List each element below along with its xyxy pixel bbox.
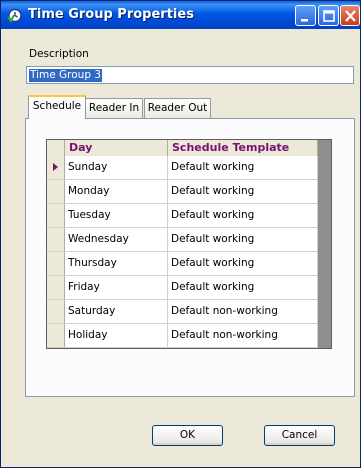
minimize-icon [301,19,308,22]
day-cell[interactable]: Wednesday [65,228,168,251]
row-selector[interactable] [47,180,65,203]
table-row[interactable]: Saturday Default non-working [47,300,318,324]
tab-schedule[interactable]: Schedule [28,95,86,119]
schedule-template-cell[interactable]: Default working [168,156,318,179]
time-group-properties-window: Time Group Properties Description Time G… [0,0,361,468]
table-row[interactable]: Tuesday Default working [47,204,318,228]
row-selector[interactable] [47,252,65,275]
day-cell[interactable]: Monday [65,180,168,203]
ok-button[interactable]: OK [152,425,223,446]
row-selector[interactable] [47,156,65,179]
table-row[interactable]: Holiday Default non-working [47,324,318,348]
maximize-button[interactable] [318,5,339,26]
cancel-button[interactable]: Cancel [264,425,335,446]
description-value: Time Group 3 [29,69,103,82]
day-cell[interactable]: Tuesday [65,204,168,227]
tab-reader-out[interactable]: Reader Out [144,98,211,118]
schedule-template-cell[interactable]: Default working [168,252,318,275]
tab-reader-in-label: Reader In [88,102,140,114]
row-selector-header [47,140,65,156]
grid-empty-area [318,140,331,348]
day-cell[interactable]: Saturday [65,300,168,323]
maximize-icon [323,10,335,22]
time-group-icon [7,8,22,23]
column-header-schedule-template[interactable]: Schedule Template [168,140,318,156]
table-row[interactable]: Wednesday Default working [47,228,318,252]
schedule-grid[interactable]: Day Schedule Template Sunday Default work… [46,139,332,349]
schedule-template-cell[interactable]: Default working [168,180,318,203]
row-selector[interactable] [47,300,65,323]
close-icon [345,10,356,22]
table-row[interactable]: Thursday Default working [47,252,318,276]
table-row[interactable]: Sunday Default working [47,156,318,180]
schedule-template-cell[interactable]: Default non-working [168,300,318,323]
grid-header: Day Schedule Template [47,140,318,157]
tab-schedule-label: Schedule [32,100,82,112]
window-title: Time Group Properties [28,7,194,22]
tab-reader-out-label: Reader Out [147,102,208,114]
schedule-template-cell[interactable]: Default working [168,228,318,251]
table-row[interactable]: Friday Default working [47,276,318,300]
day-cell[interactable]: Sunday [65,156,168,179]
table-row[interactable]: Monday Default working [47,180,318,204]
row-selector[interactable] [47,276,65,299]
day-cell[interactable]: Thursday [65,252,168,275]
minimize-button[interactable] [295,5,316,26]
tab-reader-in[interactable]: Reader In [85,98,143,118]
row-selector[interactable] [47,228,65,251]
schedule-template-cell[interactable]: Default working [168,204,318,227]
schedule-template-cell[interactable]: Default non-working [168,324,318,347]
day-cell[interactable]: Friday [65,276,168,299]
description-label: Description [29,48,89,60]
description-input[interactable]: Time Group 3 [26,66,354,84]
row-selector[interactable] [47,324,65,347]
day-cell[interactable]: Holiday [65,324,168,347]
current-row-arrow-icon [53,163,58,171]
schedule-template-cell[interactable]: Default working [168,276,318,299]
title-bar[interactable]: Time Group Properties [1,1,360,29]
row-selector[interactable] [47,204,65,227]
close-button[interactable] [340,5,360,26]
column-header-day[interactable]: Day [65,140,168,156]
